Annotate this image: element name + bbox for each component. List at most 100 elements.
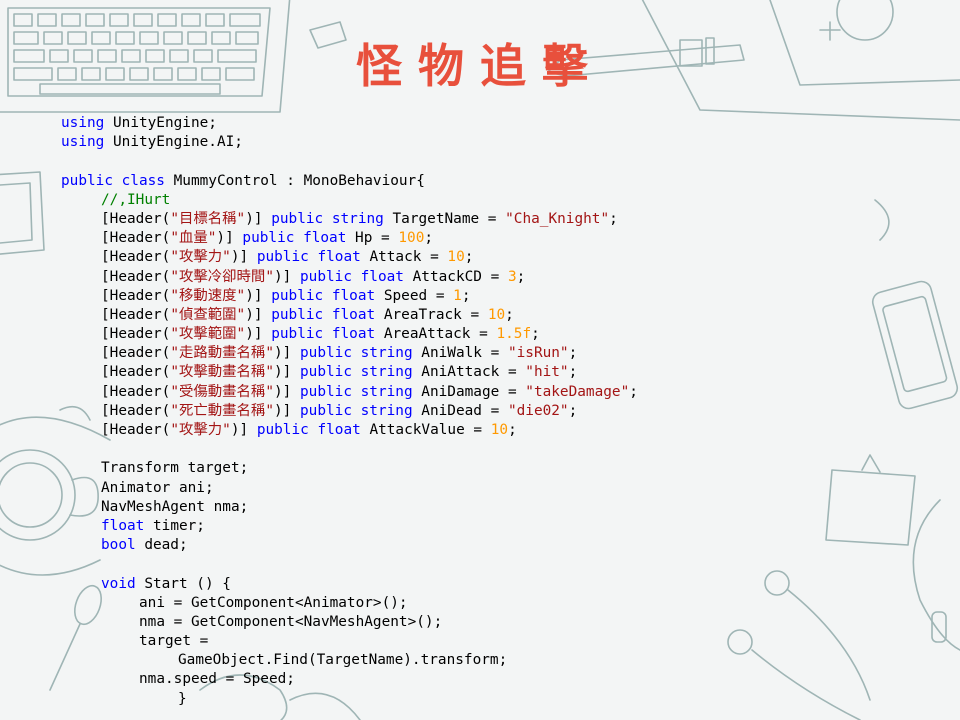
- keyword: public: [271, 210, 324, 227]
- keyword: public: [256, 422, 309, 438]
- header-label: "血量": [170, 230, 217, 247]
- header-label: "目標名稱": [170, 210, 246, 227]
- field-declaration-line: [Header("攻擊力")] public float AttackValue…: [61, 421, 761, 440]
- field-value: 10: [487, 306, 506, 323]
- code-text: Transform target;: [101, 460, 249, 477]
- code-text: nma = GetComponent<NavMeshAgent>();: [139, 613, 443, 630]
- attribute-close: )]: [274, 364, 300, 381]
- attribute-close: )]: [216, 230, 243, 247]
- field-value: 10: [490, 422, 509, 438]
- field-declaration-line: [Header("目標名稱")] public string TargetNam…: [61, 210, 761, 229]
- keyword: public: [300, 364, 352, 381]
- keyword: float: [294, 230, 347, 247]
- field-name: AniWalk =: [412, 345, 508, 362]
- keyword: public: [300, 402, 352, 419]
- keyword: float: [101, 517, 145, 534]
- code-text: NavMeshAgent nma;: [101, 498, 249, 515]
- keyword: public: [271, 287, 324, 304]
- field-declaration-line: [Header("攻擊力")] public float Attack = 10…: [61, 248, 761, 267]
- field-list: [Header("目標名稱")] public string TargetNam…: [61, 210, 761, 440]
- earphones-icon: [727, 499, 960, 720]
- header-label: "受傷動畫名稱": [170, 383, 274, 400]
- header-label: "偵查範圍": [170, 306, 246, 323]
- header-label: "攻擊範圍": [170, 326, 246, 343]
- code-text: ;: [464, 249, 474, 266]
- attribute-close: )]: [274, 402, 300, 419]
- keyword: public: [256, 249, 309, 266]
- code-line: ani = GetComponent<Animator>();: [61, 594, 761, 613]
- keyword: string: [351, 402, 413, 419]
- field-declaration-line: [Header("移動速度")] public float Speed = 1;: [61, 287, 761, 306]
- code-line: //,IHurt: [61, 191, 761, 210]
- attribute-open: [Header(: [101, 383, 171, 400]
- keyword: void: [101, 575, 136, 592]
- keyword: string: [351, 345, 413, 362]
- attribute-open: [Header(: [101, 268, 171, 285]
- keyword: using: [61, 115, 105, 131]
- field-declaration-line: [Header("血量")] public float Hp = 100;: [61, 229, 761, 248]
- code-text: ;: [461, 287, 471, 304]
- code-line: NavMeshAgent nma;: [61, 498, 761, 517]
- keyword: float: [308, 249, 361, 266]
- code-text: Animator ani;: [101, 479, 214, 496]
- code-text: MummyControl : MonoBehaviour{: [164, 172, 425, 189]
- attribute-open: [Header(: [101, 345, 171, 362]
- code-text: timer;: [144, 517, 205, 534]
- field-declaration-line: [Header("偵查範圍")] public float AreaTrack …: [61, 306, 761, 325]
- code-text: GameObject.Find(TargetName).transform;: [178, 652, 508, 669]
- code-line: target =: [61, 632, 761, 651]
- keyword: float: [323, 326, 376, 343]
- keyword: bool: [101, 537, 136, 554]
- keyword: class: [112, 172, 165, 189]
- code-text: ;: [629, 383, 638, 400]
- attribute-open: [Header(: [101, 249, 171, 266]
- code-line: bool dead;: [61, 536, 761, 555]
- code-text: ;: [424, 230, 434, 247]
- code-line: public class MummyControl : MonoBehaviou…: [61, 172, 761, 191]
- attribute-open: [Header(: [101, 326, 171, 343]
- keyword: string: [323, 210, 384, 227]
- field-declaration-line: [Header("攻擊範圍")] public float AreaAttack…: [61, 325, 761, 344]
- code-text: ;: [568, 402, 578, 419]
- phone-icon: [871, 280, 959, 410]
- keyword: public: [300, 268, 352, 285]
- code-line: using UnityEngine.AI;: [61, 133, 761, 152]
- field-name: AreaTrack =: [375, 306, 488, 323]
- field-name: AniAttack =: [412, 364, 526, 381]
- header-label: "走路動畫名稱": [170, 345, 274, 362]
- code-line: float timer;: [61, 517, 761, 536]
- field-declaration-line: [Header("攻擊冷卻時間")] public float AttackCD…: [61, 268, 761, 287]
- code-line: nma.speed = Speed;: [61, 670, 761, 689]
- code-text: ;: [508, 422, 517, 438]
- keyword: float: [323, 287, 376, 304]
- tablet-icon: [0, 171, 45, 255]
- code-text: ;: [568, 345, 578, 362]
- code-text: dead;: [135, 537, 188, 554]
- keyword: string: [351, 364, 413, 381]
- field-value: "isRun": [507, 345, 569, 362]
- code-line: GameObject.Find(TargetName).transform;: [61, 651, 761, 670]
- keyword: string: [351, 383, 413, 400]
- field-name: AniDead =: [412, 402, 508, 419]
- code-block: using UnityEngine; using UnityEngine.AI;…: [61, 114, 761, 709]
- page-title: 怪物追擊: [356, 39, 604, 93]
- keyword: using: [61, 134, 105, 151]
- attribute-close: )]: [245, 210, 272, 227]
- field-name: AreaAttack =: [375, 326, 497, 343]
- keyword: public: [242, 230, 295, 247]
- field-name: Hp =: [346, 230, 399, 247]
- header-label: "攻擊動畫名稱": [170, 364, 274, 381]
- field-value: 100: [398, 230, 425, 247]
- attribute-close: )]: [230, 249, 257, 266]
- field-declaration-line: [Header("走路動畫名稱")] public string AniWalk…: [61, 344, 761, 363]
- header-label: "攻擊力": [170, 249, 231, 266]
- header-label: "攻擊力": [170, 422, 231, 438]
- keyword: public: [61, 172, 113, 189]
- attribute-close: )]: [274, 383, 300, 400]
- header-label: "死亡動畫名稱": [170, 402, 274, 419]
- code-line: Animator ani;: [61, 479, 761, 498]
- code-text: ;: [516, 268, 526, 285]
- sticky-note-icon: [825, 454, 916, 546]
- attribute-open: [Header(: [101, 210, 171, 227]
